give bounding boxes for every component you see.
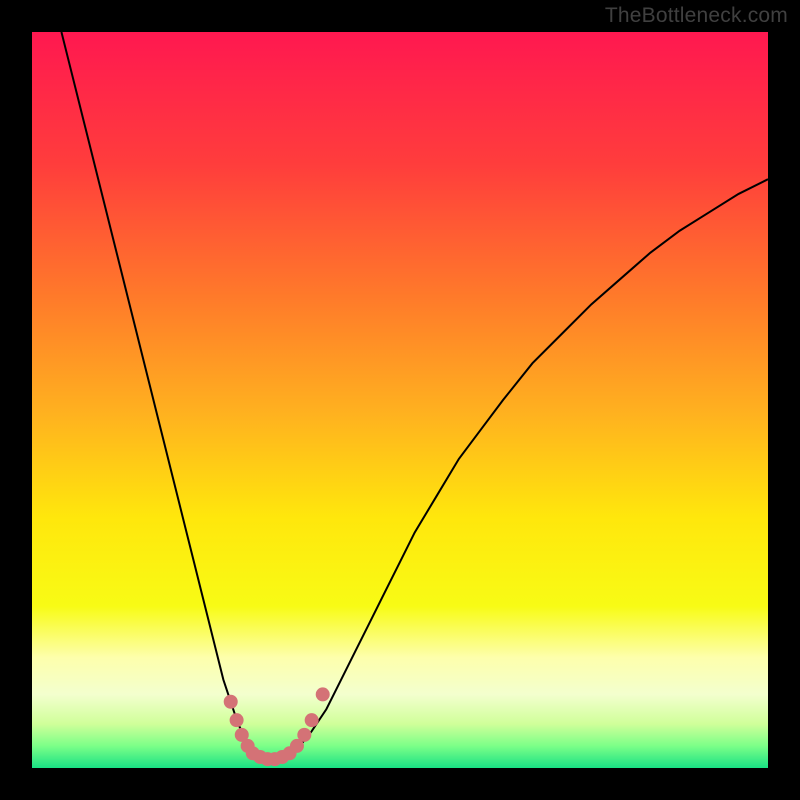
gradient-background (32, 32, 768, 768)
bottleneck-chart (32, 32, 768, 768)
watermark-text: TheBottleneck.com (605, 4, 788, 28)
marker-dot (230, 713, 244, 727)
marker-dot (316, 687, 330, 701)
chart-frame: TheBottleneck.com (0, 0, 800, 800)
marker-dot (224, 695, 238, 709)
marker-dot (305, 713, 319, 727)
plot-area (32, 32, 768, 768)
marker-dot (297, 728, 311, 742)
